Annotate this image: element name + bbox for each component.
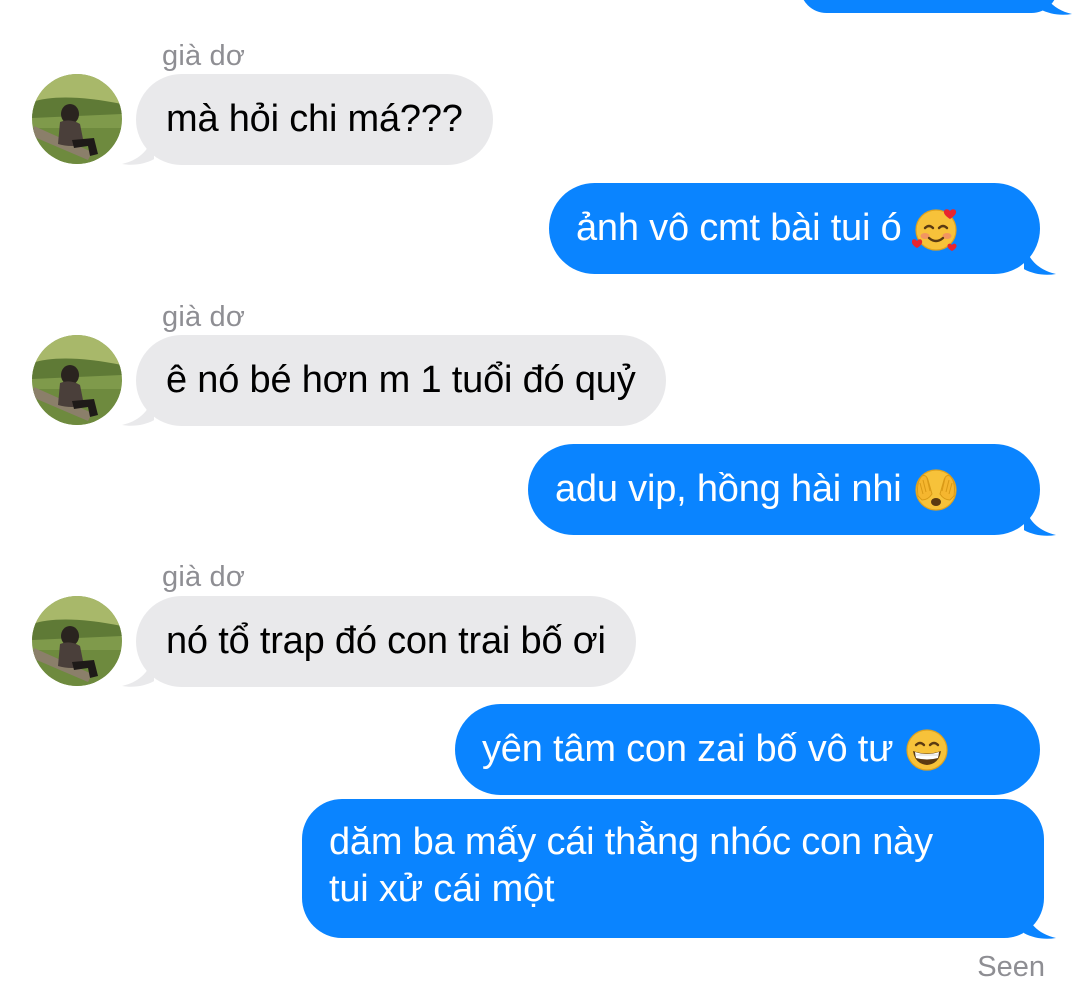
bubble-tail: [122, 130, 154, 165]
message-text: nó tổ trap đó con trai bố ơi: [166, 620, 606, 662]
message-text: ảnh vô cmt bài tui ó: [576, 207, 902, 249]
message-text: adu vip, hồng hài nhi: [555, 468, 902, 510]
avatar[interactable]: [32, 335, 122, 425]
outgoing-message-bubble[interactable]: dăm ba mấy cái thằng nhóc con này tui xử…: [302, 799, 1044, 938]
bubble-tail: [1040, 0, 1072, 15]
bubble-tail: [122, 391, 154, 426]
outgoing-message-bubble[interactable]: adu vip, hồng hài nhi: [528, 444, 1040, 535]
incoming-message-bubble[interactable]: ê nó bé hơn m 1 tuổi đó quỷ: [136, 335, 666, 426]
message-text-line: dăm ba mấy cái thằng nhóc con này: [329, 821, 933, 863]
face-with-hands-over-eyes-icon: [914, 468, 957, 511]
avatar-photo: [32, 596, 122, 686]
sender-name: già dơ: [162, 40, 246, 72]
incoming-message-bubble[interactable]: mà hỏi chi má???: [136, 74, 493, 165]
outgoing-message-bubble[interactable]: yên tâm con zai bố vô tư: [455, 704, 1040, 795]
grinning-face-icon: [906, 728, 949, 771]
message-text: yên tâm con zai bố vô tư: [482, 728, 894, 770]
avatar[interactable]: [32, 596, 122, 686]
sender-name: già dơ: [162, 561, 246, 593]
message-text-line: tui xử cái một: [329, 868, 555, 910]
bubble-tail: [1024, 240, 1056, 275]
outgoing-message-bubble[interactable]: ảnh vô cmt bài tui ó: [549, 183, 1040, 274]
incoming-message-bubble[interactable]: nó tổ trap đó con trai bố ơi: [136, 596, 636, 687]
bubble-tail: [1024, 904, 1056, 939]
seen-status: Seen: [977, 951, 1045, 983]
avatar-photo: [32, 335, 122, 425]
smiling-face-with-hearts-icon: [911, 208, 957, 251]
sender-name: già dơ: [162, 301, 246, 333]
avatar-photo: [32, 74, 122, 164]
avatar[interactable]: [32, 74, 122, 164]
message-text: ê nó bé hơn m 1 tuổi đó quỷ: [166, 359, 636, 401]
outgoing-bubble-partial[interactable]: [800, 0, 1058, 13]
bubble-tail: [122, 652, 154, 687]
message-text: mà hỏi chi má???: [166, 98, 463, 140]
bubble-tail: [1024, 501, 1056, 536]
